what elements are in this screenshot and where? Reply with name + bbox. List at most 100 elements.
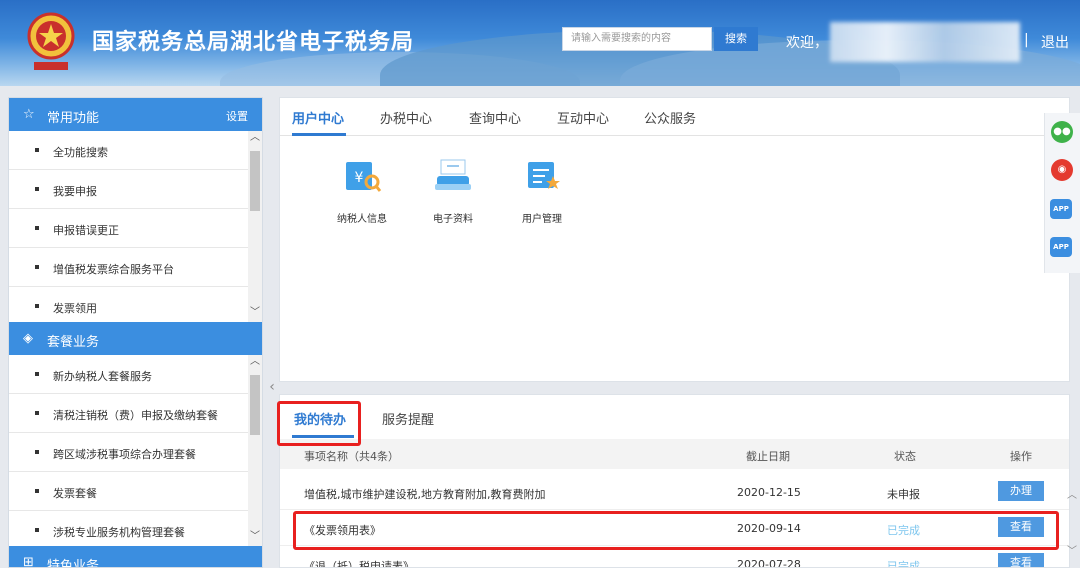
section-title: 套餐业务 xyxy=(47,335,100,350)
section-title: 常用功能 xyxy=(47,111,100,126)
scroll-thumb[interactable] xyxy=(250,375,260,435)
column-header-action: 操作 xyxy=(1010,450,1032,463)
tab-query-center[interactable]: 查询中心 xyxy=(469,108,521,127)
sidebar-item-label: 申报错误更正 xyxy=(53,224,119,237)
sidebar-item-label: 发票套餐 xyxy=(53,487,97,500)
sidebar-section-package[interactable]: ◈ 套餐业务 xyxy=(9,322,262,355)
sidebar-item[interactable]: 我要申报 xyxy=(9,170,262,209)
collapse-sidebar-icon[interactable]: ‹ xyxy=(266,376,278,398)
page-scrollbar[interactable]: ︿ ﹀ xyxy=(1066,448,1080,568)
sidebar-item-label: 涉税专业服务机构管理套餐 xyxy=(53,526,185,539)
sidebar-item[interactable]: 发票领用 xyxy=(9,287,262,326)
sidebar-item-label: 我要申报 xyxy=(53,185,97,198)
user-manage-icon xyxy=(522,158,562,194)
bullet xyxy=(35,372,39,376)
taxpayer-info-icon: ¥ xyxy=(342,158,382,194)
header-separator: | xyxy=(1024,32,1029,48)
sidebar-list-package: 新办纳税人套餐服务 清税注销税（费）申报及缴纳套餐 跨区域涉税事项综合办理套餐 … xyxy=(9,355,262,550)
bullet xyxy=(35,304,39,308)
layers-icon: ◈ xyxy=(23,331,33,346)
bullet xyxy=(35,528,39,532)
todo-deadline: 2020-12-15 xyxy=(737,486,801,499)
scanner-icon xyxy=(433,158,473,194)
grid-icon: ⊞ xyxy=(23,555,34,568)
todo-status: 已完成 xyxy=(887,560,920,568)
search-input[interactable]: 请输入需要搜索的内容 xyxy=(562,27,712,51)
app-e-documents[interactable]: 电子资料 xyxy=(418,158,488,225)
chevron-up-icon[interactable]: ︿ xyxy=(249,355,261,369)
function-panel: 用户中心 办税中心 查询中心 互动中心 公众服务 ¥ 纳税人信息 电子资料 用户… xyxy=(279,97,1070,382)
column-header-deadline: 截止日期 xyxy=(746,450,790,463)
bullet xyxy=(35,187,39,191)
annotation-highlight-row xyxy=(293,511,1059,550)
svg-text:¥: ¥ xyxy=(355,170,364,186)
chevron-up-icon[interactable]: ︿ xyxy=(249,131,261,145)
table-row: 增值税,城市维护建设税,地方教育附加,教育费附加 2020-12-15 未申报 … xyxy=(280,474,1069,510)
sidebar-item-label: 跨区域涉税事项综合办理套餐 xyxy=(53,448,196,461)
todo-name: 《退（抵）税申请表》 xyxy=(304,560,414,568)
bullet xyxy=(35,450,39,454)
main-content: 用户中心 办税中心 查询中心 互动中心 公众服务 ¥ 纳税人信息 电子资料 用户… xyxy=(279,97,1070,568)
app-taxpayer-info[interactable]: ¥ 纳税人信息 xyxy=(327,158,397,225)
tab-interaction-center[interactable]: 互动中心 xyxy=(557,108,609,127)
sidebar-section-common[interactable]: ☆ 常用功能 设置 xyxy=(9,98,262,131)
sidebar-item[interactable]: 清税注销税（费）申报及缴纳套餐 xyxy=(9,394,262,433)
settings-link[interactable]: 设置 xyxy=(226,108,248,124)
tab-service-reminder[interactable]: 服务提醒 xyxy=(382,409,434,428)
view-button[interactable]: 查看 xyxy=(998,553,1044,567)
sidebar-item[interactable]: 发票套餐 xyxy=(9,472,262,511)
bullet xyxy=(35,489,39,493)
sidebar-section-special[interactable]: ⊞ 特色业务 xyxy=(9,546,262,568)
app-label: 电子资料 xyxy=(433,214,473,225)
main-tabs: 用户中心 办税中心 查询中心 互动中心 公众服务 xyxy=(280,98,1069,136)
username-redacted xyxy=(830,22,1020,62)
floating-share-bar: ●● ◉ APP APP xyxy=(1044,113,1080,273)
scrollbar[interactable]: ︿ ﹀ xyxy=(248,131,262,322)
weibo-icon[interactable]: ◉ xyxy=(1051,159,1073,181)
column-header-status: 状态 xyxy=(894,450,916,463)
sidebar-list-common: 全功能搜索 我要申报 申报错误更正 增值税发票综合服务平台 发票领用 ︿ ﹀ xyxy=(9,131,262,326)
star-icon: ☆ xyxy=(23,107,35,122)
todo-deadline: 2020-07-28 xyxy=(737,558,801,568)
app-label: 纳税人信息 xyxy=(337,214,387,225)
chevron-down-icon[interactable]: ﹀ xyxy=(249,306,261,320)
sidebar-item[interactable]: 申报错误更正 xyxy=(9,209,262,248)
scrollbar[interactable]: ︿ ﹀ xyxy=(248,355,262,546)
sidebar-item-label: 增值税发票综合服务平台 xyxy=(53,263,174,276)
chevron-down-icon[interactable]: ﹀ xyxy=(1067,542,1077,557)
tab-public-service[interactable]: 公众服务 xyxy=(644,108,696,127)
sidebar-item[interactable]: 跨区域涉税事项综合办理套餐 xyxy=(9,433,262,472)
sidebar-item-label: 发票领用 xyxy=(53,302,97,315)
bullet xyxy=(35,265,39,269)
logout-link[interactable]: 退出 xyxy=(1041,32,1069,52)
todo-status: 未申报 xyxy=(887,488,920,501)
app-user-management[interactable]: 用户管理 xyxy=(507,158,577,225)
sidebar-item-label: 全功能搜索 xyxy=(53,146,108,159)
app-label: 用户管理 xyxy=(522,214,562,225)
annotation-highlight-todo-tab xyxy=(277,401,361,446)
sidebar-item[interactable]: 增值税发票综合服务平台 xyxy=(9,248,262,287)
chevron-down-icon[interactable]: ﹀ xyxy=(249,530,261,544)
tab-user-center[interactable]: 用户中心 xyxy=(292,108,344,127)
tab-tax-center[interactable]: 办税中心 xyxy=(380,108,432,127)
chevron-up-icon[interactable]: ︿ xyxy=(1067,486,1077,501)
section-title: 特色业务 xyxy=(47,559,100,568)
app-icon[interactable]: APP xyxy=(1050,237,1072,257)
sidebar-item-label: 清税注销税（费）申报及缴纳套餐 xyxy=(53,409,218,422)
wechat-icon[interactable]: ●● xyxy=(1051,121,1073,143)
active-tab-indicator xyxy=(292,133,346,136)
column-header-name: 事项名称（共4条） xyxy=(304,450,399,463)
site-header: 国家税务总局湖北省电子税务局 请输入需要搜索的内容 搜索 欢迎， | 退出 xyxy=(0,0,1080,86)
search-button[interactable]: 搜索 xyxy=(714,27,758,51)
bullet xyxy=(35,148,39,152)
scroll-thumb[interactable] xyxy=(250,151,260,211)
sidebar-item[interactable]: 新办纳税人套餐服务 xyxy=(9,355,262,394)
sidebar-item[interactable]: 涉税专业服务机构管理套餐 xyxy=(9,511,262,550)
app-icon[interactable]: APP xyxy=(1050,199,1072,219)
bullet xyxy=(35,226,39,230)
site-title: 国家税务总局湖北省电子税务局 xyxy=(92,30,415,55)
sidebar-item[interactable]: 全功能搜索 xyxy=(9,131,262,170)
welcome-text: 欢迎， xyxy=(786,35,828,51)
handle-button[interactable]: 办理 xyxy=(998,481,1044,501)
sidebar: ☆ 常用功能 设置 全功能搜索 我要申报 申报错误更正 增值税发票综合服务平台 … xyxy=(8,97,263,568)
